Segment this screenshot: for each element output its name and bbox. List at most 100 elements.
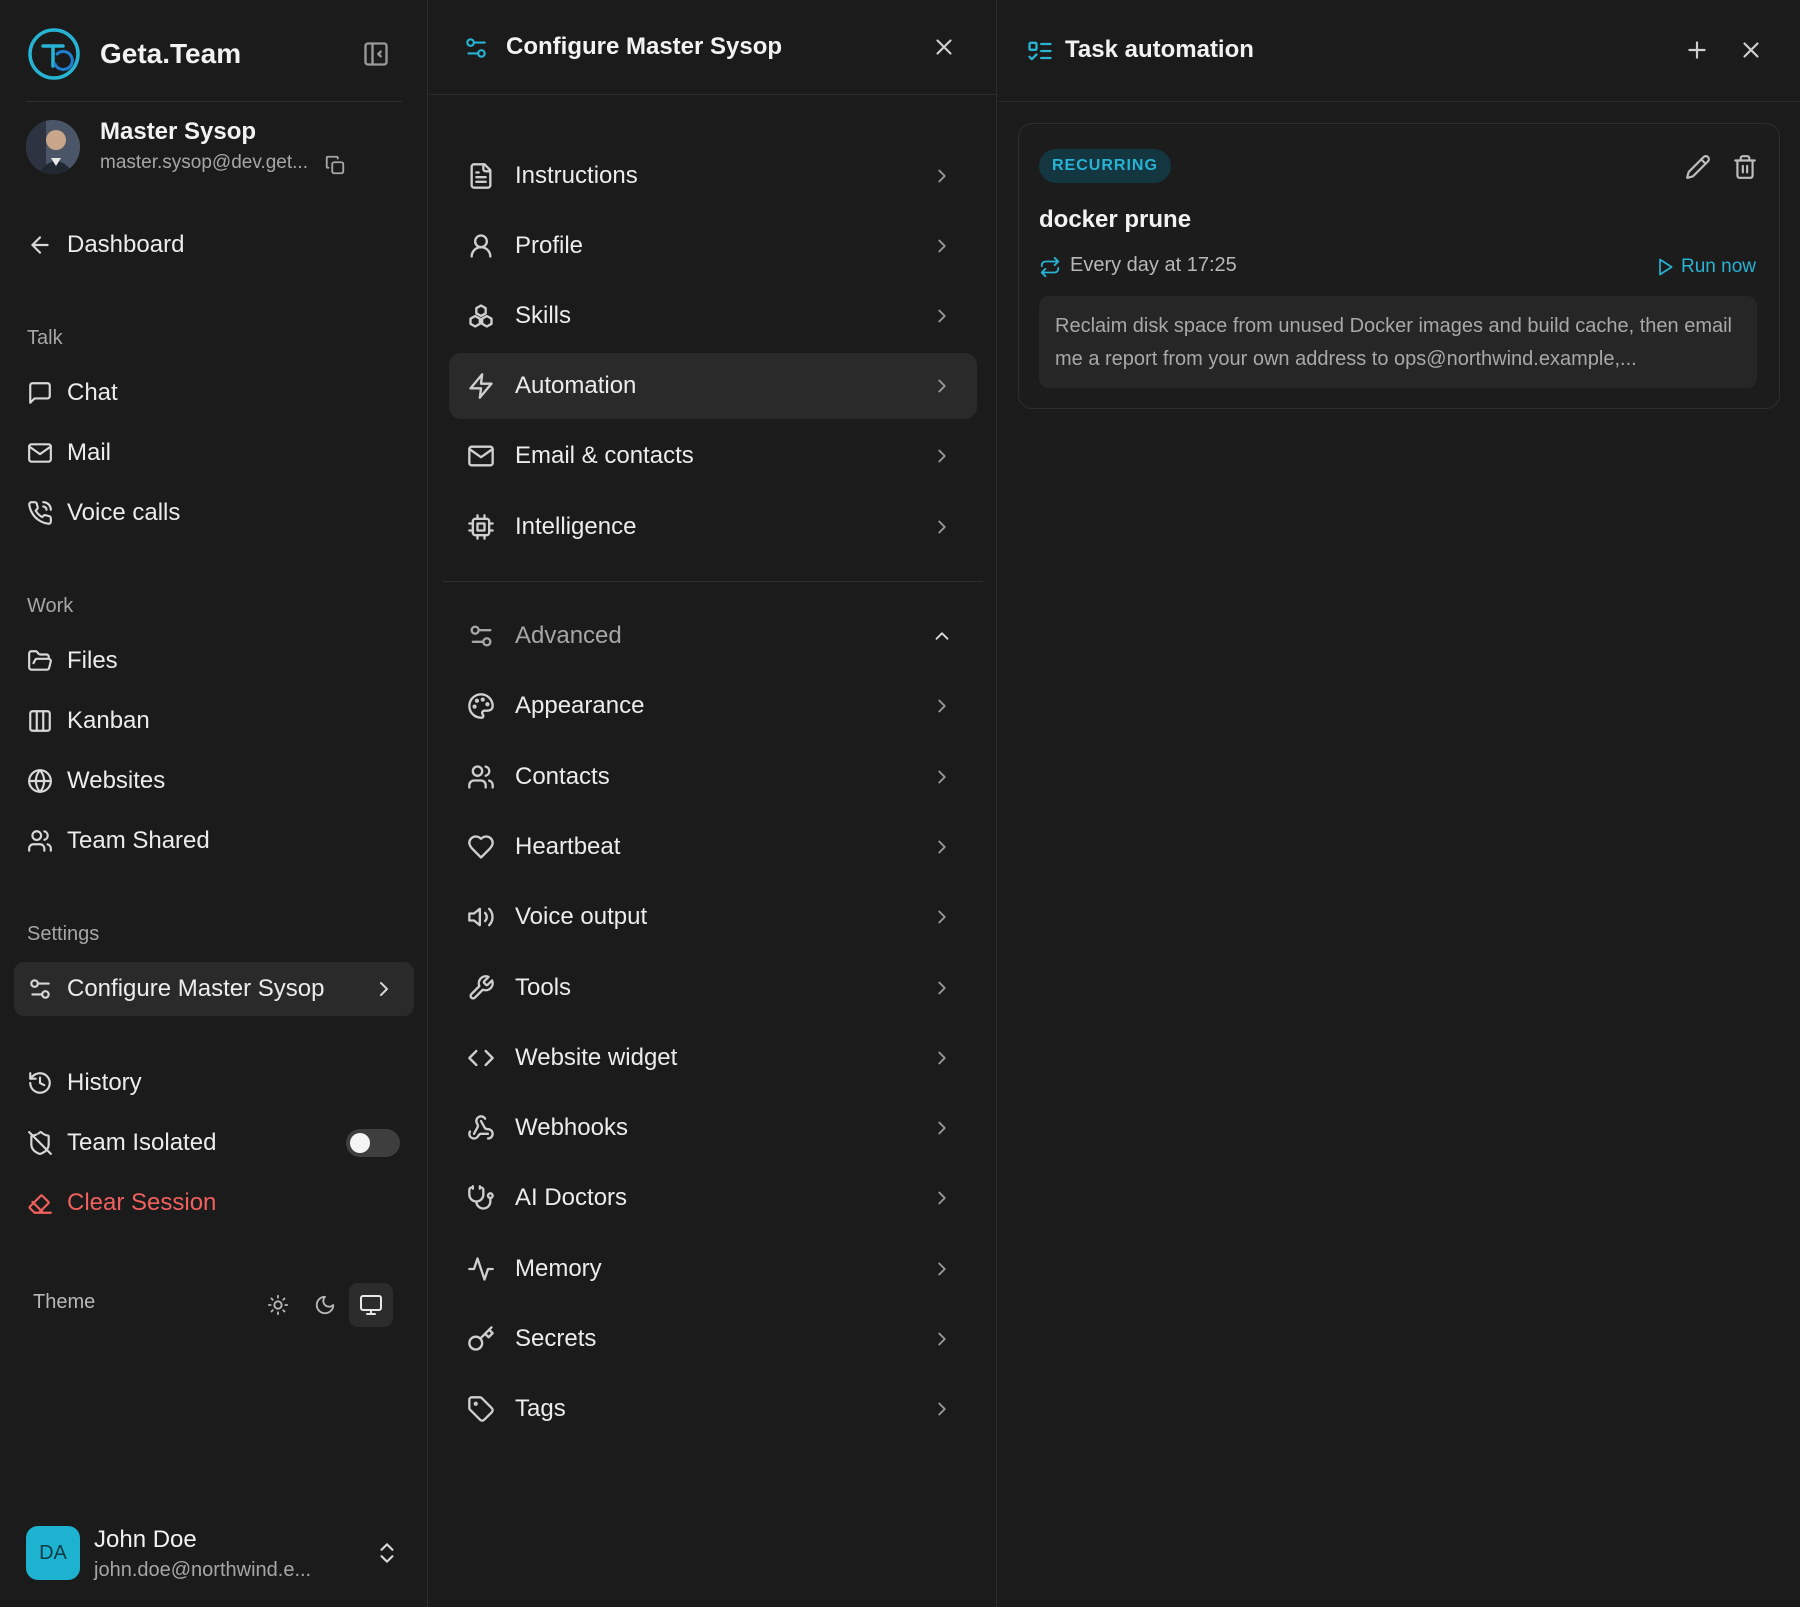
palette-icon: [468, 693, 494, 719]
team-isolated-toggle[interactable]: [346, 1129, 400, 1157]
eraser-icon: [28, 1194, 52, 1214]
sidebar: Geta.Team Master Sysop master.sysop@dev.…: [0, 0, 428, 1607]
nav-mail-label: Mail: [67, 439, 112, 466]
menu-secrets[interactable]: Secrets: [449, 1306, 977, 1372]
menu-memory[interactable]: Memory: [449, 1236, 977, 1302]
nav-configure-agent-label: Configure Master Sysop: [67, 975, 325, 1002]
speaker-icon: [468, 907, 494, 927]
chevron-right-icon: [938, 239, 946, 253]
recurring-badge: RECURRING: [1039, 149, 1171, 183]
menu-webhooks[interactable]: Webhooks: [449, 1095, 977, 1161]
section-settings: Settings: [27, 923, 100, 945]
nav-voice-calls[interactable]: Voice calls: [14, 486, 414, 540]
run-now-button[interactable]: Run now: [1655, 254, 1756, 280]
menu-email-contacts[interactable]: Email & contacts: [449, 423, 977, 489]
code-icon: [468, 1049, 494, 1067]
nav-files[interactable]: Files: [14, 634, 414, 688]
activity-icon: [468, 1257, 494, 1281]
chevron-right-icon: [938, 520, 946, 534]
nav-chat[interactable]: Chat: [14, 366, 414, 420]
nav-team-shared[interactable]: Team Shared: [14, 814, 414, 868]
nav-history[interactable]: History: [14, 1056, 414, 1110]
brand[interactable]: Geta.Team: [26, 26, 241, 82]
menu-website-widget-label: Website widget: [515, 1044, 678, 1071]
trash-icon[interactable]: [1732, 154, 1758, 180]
menu-instructions[interactable]: Instructions: [449, 143, 977, 209]
chevron-right-icon: [938, 1402, 946, 1416]
close-icon[interactable]: [931, 34, 957, 60]
menu-contacts[interactable]: Contacts: [449, 744, 977, 810]
toggle-knob: [350, 1133, 370, 1153]
repeat-icon: [1040, 256, 1060, 278]
copy-icon[interactable]: [324, 154, 346, 176]
chevron-right-icon: [380, 982, 388, 996]
task-automation-title: Task automation: [1065, 36, 1254, 63]
globe-icon: [28, 769, 52, 793]
nav-kanban[interactable]: Kanban: [14, 694, 414, 748]
theme-system-button[interactable]: [349, 1283, 393, 1327]
folder-open-icon: [28, 650, 52, 671]
key-icon: [468, 1326, 494, 1351]
menu-appearance[interactable]: Appearance: [449, 673, 977, 739]
task-description: Reclaim disk space from unused Docker im…: [1039, 296, 1757, 388]
chevron-right-icon: [938, 910, 946, 924]
nav-configure-agent[interactable]: Configure Master Sysop: [14, 962, 414, 1016]
settings-sliders-icon: [30, 979, 50, 999]
list-todo-icon: [1028, 41, 1052, 61]
collapse-sidebar-icon[interactable]: [362, 40, 390, 68]
configure-panel-header: Configure Master Sysop: [429, 0, 997, 95]
dashboard-link[interactable]: Dashboard: [14, 218, 414, 272]
menu-voice-output[interactable]: Voice output: [449, 884, 977, 950]
menu-skills-label: Skills: [515, 302, 572, 329]
plus-icon[interactable]: [1684, 37, 1710, 63]
webhook-icon: [468, 1115, 494, 1140]
agent-card[interactable]: Master Sysop master.sysop@dev.get...: [26, 118, 402, 182]
chevron-right-icon: [938, 981, 946, 995]
agent-avatar: [26, 120, 80, 174]
pencil-icon[interactable]: [1685, 154, 1711, 180]
chevron-right-icon: [938, 309, 946, 323]
menu-tags[interactable]: Tags: [449, 1376, 977, 1442]
nav-voice-calls-label: Voice calls: [67, 499, 181, 526]
task-title: docker prune: [1039, 206, 1192, 233]
section-talk: Talk: [27, 327, 63, 349]
theme-dark-button[interactable]: [303, 1283, 347, 1327]
advanced-toggle[interactable]: Advanced: [449, 603, 977, 669]
theme-light-button[interactable]: [256, 1283, 300, 1327]
kanban-icon: [29, 710, 51, 732]
geta-team-logo-icon: [28, 28, 80, 80]
menu-ai-doctors[interactable]: AI Doctors: [449, 1165, 977, 1231]
chevron-right-icon: [938, 699, 946, 713]
theme-switcher: Theme: [33, 1283, 393, 1327]
nav-mail[interactable]: Mail: [14, 426, 414, 480]
nav-websites[interactable]: Websites: [14, 754, 414, 808]
clear-session-button[interactable]: Clear Session: [14, 1176, 414, 1230]
close-icon[interactable]: [1738, 37, 1764, 63]
menu-ai-doctors-label: AI Doctors: [515, 1184, 628, 1211]
agent-email: master.sysop@dev.get...: [100, 152, 308, 173]
user-icon: [470, 234, 492, 258]
menu-automation[interactable]: Automation: [449, 353, 977, 419]
menu-intelligence[interactable]: Intelligence: [449, 494, 977, 560]
chevron-right-icon: [938, 1262, 946, 1276]
menu-heartbeat[interactable]: Heartbeat: [449, 814, 977, 880]
nav-team-shared-label: Team Shared: [67, 827, 210, 854]
menu-tags-label: Tags: [515, 1395, 566, 1422]
menu-contacts-label: Contacts: [515, 763, 610, 790]
chevron-right-icon: [938, 1121, 946, 1135]
wrench-icon: [469, 975, 494, 1000]
user-menu[interactable]: DA John Doe john.doe@northwind.e...: [26, 1526, 402, 1584]
menu-intelligence-label: Intelligence: [515, 513, 637, 540]
menu-website-widget[interactable]: Website widget: [449, 1025, 977, 1091]
chevron-right-icon: [938, 1191, 946, 1205]
chevrons-up-down-icon[interactable]: [374, 1540, 400, 1566]
users-icon: [28, 830, 52, 852]
menu-skills[interactable]: Skills: [449, 283, 977, 349]
section-work: Work: [27, 595, 74, 617]
settings-sliders-icon: [470, 625, 492, 647]
users-icon: [468, 765, 494, 789]
chevron-right-icon: [938, 770, 946, 784]
menu-email-contacts-label: Email & contacts: [515, 442, 694, 469]
menu-profile[interactable]: Profile: [449, 213, 977, 279]
menu-tools[interactable]: Tools: [449, 955, 977, 1021]
